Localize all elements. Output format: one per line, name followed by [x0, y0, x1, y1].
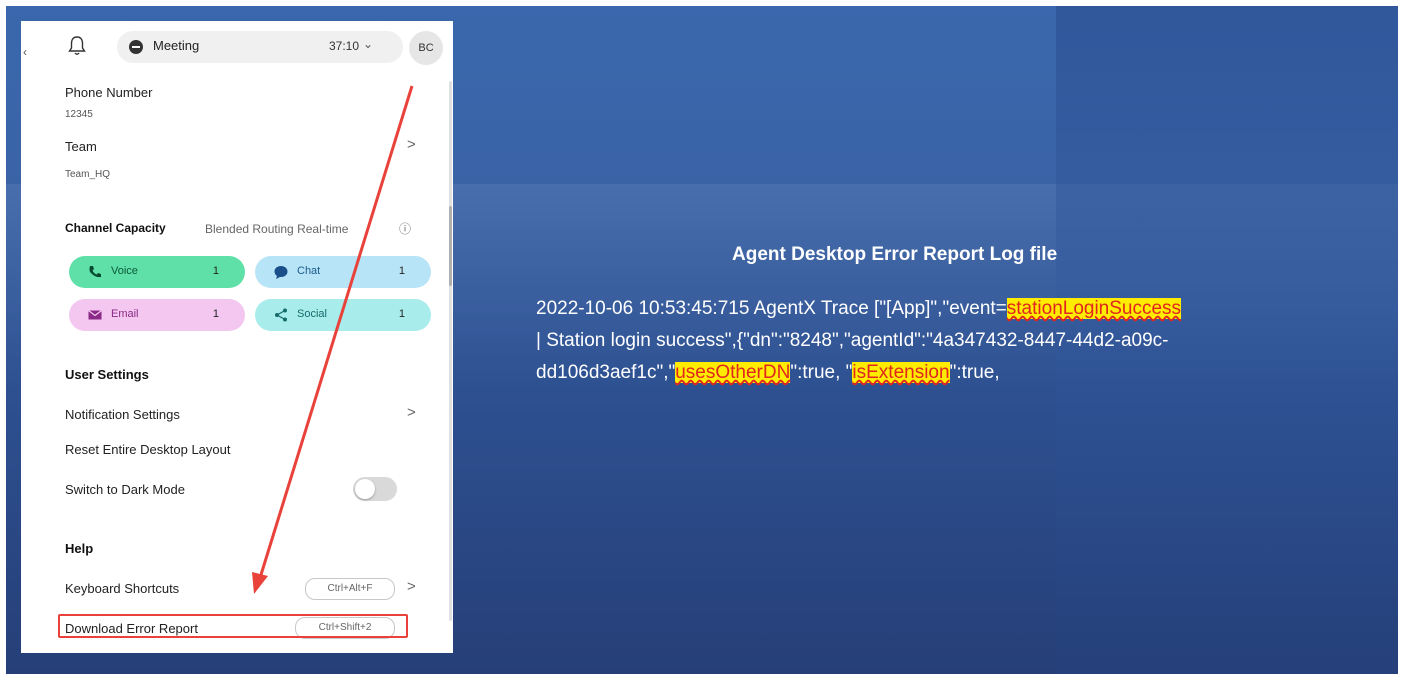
log-line-1: 2022-10-06 10:53:45:715 AgentX Trace ["[… — [536, 298, 1182, 320]
log-text: ":true, — [949, 362, 1000, 383]
log-text: ":true, " — [790, 362, 853, 383]
log-text: 2022-10-06 10:53:45:715 AgentX Trace ["[… — [536, 298, 1007, 319]
log-line-3: dd106d3aef1c","usesOtherDN":true, "isExt… — [536, 362, 1000, 384]
log-text: dd106d3aef1c"," — [536, 362, 676, 383]
report-title: Agent Desktop Error Report Log file — [732, 244, 1058, 265]
highlighted-key: usesOtherDN — [675, 362, 791, 383]
highlighted-key: isExtension — [852, 362, 950, 383]
log-line-2: | Station login success",{"dn":"8248","a… — [536, 330, 1169, 352]
highlighted-event: stationLoginSuccess — [1006, 298, 1182, 319]
log-text: | Station login success",{"dn":"8248","a… — [536, 330, 1169, 351]
